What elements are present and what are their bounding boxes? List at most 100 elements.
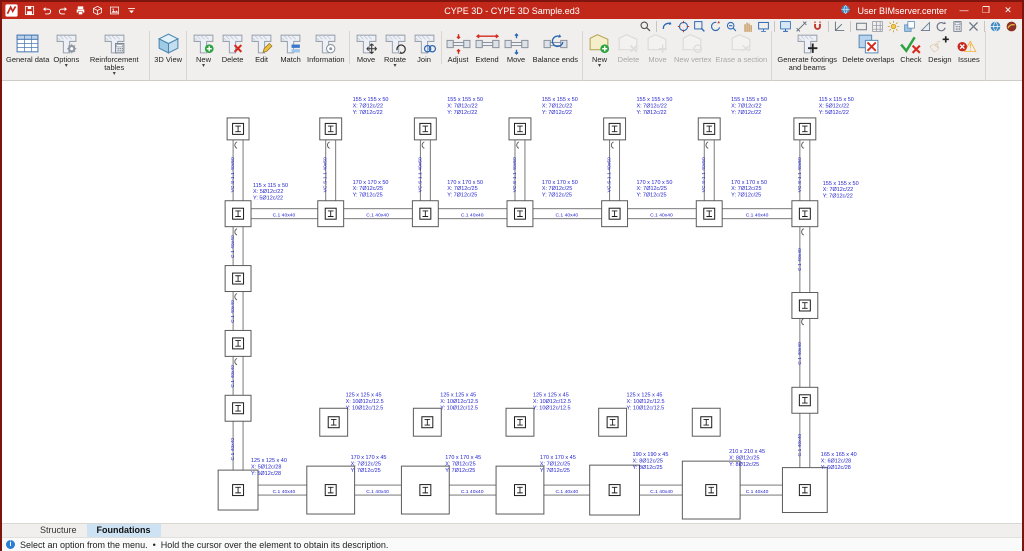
menu-down-icon[interactable] — [124, 4, 138, 18]
new-button[interactable]: New ▾ — [585, 31, 614, 70]
maximize-button[interactable]: ❐ — [975, 3, 997, 18]
footing-label: Y: 8Ø12c/25 — [729, 462, 759, 468]
footing-label: 115 x 115 x 50 — [253, 183, 288, 189]
join-button[interactable]: Join — [410, 31, 439, 64]
check-button[interactable]: Check — [896, 31, 925, 64]
match-button[interactable]: Match — [276, 31, 305, 64]
check-icon — [898, 31, 923, 55]
beam-label: C.1 40x40 — [797, 434, 803, 457]
image-icon[interactable] — [107, 4, 121, 18]
web-icon[interactable] — [988, 20, 1003, 33]
move-button[interactable]: Move — [502, 31, 531, 64]
footing-match-icon — [278, 31, 303, 55]
overlaps-icon — [856, 31, 881, 55]
footing-label: X: 7Ø12c/22 — [353, 103, 383, 109]
move-button[interactable]: Move — [348, 31, 381, 65]
view-tab-bar: Structure Foundations — [2, 523, 1022, 537]
footing-label: 155 x 155 x 50 — [542, 97, 578, 103]
footing-label: X: 8Ø12c/25 — [633, 459, 663, 465]
drawing-canvas[interactable]: C.1 40x40 C.1 40x40 C.1 40x40 C.1 40x40 C.1 … — [2, 81, 1022, 523]
footing-label: Y: 7Ø12c/25 — [445, 468, 475, 474]
beam-label: VC.S-1.1 40x50 — [512, 157, 518, 192]
beam-label: C.1 40x40 — [650, 213, 673, 219]
cube-icon — [156, 31, 181, 55]
undo-icon[interactable] — [39, 4, 53, 18]
rotate-button[interactable]: Rotate ▾ — [381, 31, 410, 69]
beam-label: C.1 40x40 — [746, 213, 769, 219]
footing-label: Y: 5Ø12c/22 — [819, 110, 849, 116]
beam-label: C.1 40x40 — [461, 213, 484, 219]
bimserver-user[interactable]: User BIMserver.center — [857, 6, 947, 16]
footing-label: X: 7Ø12c/25 — [353, 186, 383, 192]
delete-button[interactable]: Delete — [218, 31, 247, 64]
view-3d-icon[interactable] — [90, 4, 104, 18]
delete-overlaps-button[interactable]: Delete overlaps — [840, 31, 896, 64]
dropdown-caret-icon: ▾ — [598, 63, 602, 70]
footing-label: Y: 7Ø12c/25 — [637, 193, 667, 199]
footing-label: 125 x 125 x 40 — [251, 458, 287, 464]
general-data-button[interactable]: General data — [4, 31, 51, 64]
status-bar: i Select an option from the menu. • Hold… — [2, 537, 1022, 551]
tab-foundations[interactable]: Foundations — [86, 524, 161, 537]
beam-extend-icon — [475, 31, 500, 55]
information-button[interactable]: Information — [305, 31, 347, 64]
foundation-plan-svg: C.1 40x40 C.1 40x40 C.1 40x40 C.1 40x40 C.1 … — [217, 97, 859, 520]
issues-button[interactable]: ⚠ Issues — [954, 31, 983, 64]
footing-label: X: 5Ø12c/22 — [819, 103, 849, 109]
footing-label: 115 x 115 x 50 — [819, 97, 854, 103]
button-label: General data — [6, 55, 50, 64]
footing-label: X: 10Ø12c/12.5 — [533, 399, 571, 405]
new-vertex-button: New vertex — [672, 31, 714, 64]
beam-label: C.1 40x40 — [366, 213, 389, 219]
status-bullet: • — [152, 539, 156, 550]
3d-view-button[interactable]: 3D View — [152, 31, 184, 64]
design-button[interactable]: ☞ Design — [925, 31, 954, 64]
general-data-icon — [15, 31, 40, 55]
beam-label: C.1 40x40 — [366, 489, 389, 495]
beam-label: C.1 40x40 — [230, 300, 236, 323]
footing-label: Y: 7Ø12c/25 — [542, 193, 572, 199]
extend-button[interactable]: Extend — [473, 31, 502, 64]
beam-label: C.1 40x40 — [273, 489, 296, 495]
footing-label: Y: 7Ø12c/25 — [731, 193, 761, 199]
tab-structure[interactable]: Structure — [30, 524, 87, 537]
button-label: 3D View — [154, 55, 183, 64]
footing-label: Y: 7Ø12c/22 — [353, 110, 383, 116]
footing-label: 170 x 170 x 45 — [540, 455, 576, 461]
button-label: Reinforcement tables — [89, 55, 139, 73]
delete-button: Delete — [614, 31, 643, 64]
footing-label: X: 7Ø12c/25 — [542, 186, 572, 192]
issues-icon: ⚠ — [956, 31, 981, 55]
beam-label: C.1 40x40 — [555, 489, 578, 495]
footing-label: 170 x 170 x 50 — [731, 180, 767, 186]
button-label: Move — [356, 55, 376, 64]
redo-icon[interactable] — [56, 4, 70, 18]
save-icon[interactable] — [22, 4, 36, 18]
footing-label: 125 x 125 x 45 — [346, 392, 382, 398]
beam-label: VC.S-1.1 40x50 — [701, 157, 707, 192]
print-icon[interactable] — [73, 4, 87, 18]
footing-label: 170 x 170 x 45 — [351, 455, 387, 461]
info-icon: i — [6, 540, 15, 549]
minimize-button[interactable]: — — [953, 3, 975, 18]
button-label: Design — [928, 55, 952, 64]
bimserver-icon[interactable] — [1004, 20, 1019, 33]
close-button[interactable]: ✕ — [997, 3, 1019, 18]
beam-label: C.1 40x40 — [230, 235, 236, 258]
limit-new-icon — [587, 31, 612, 55]
footing-label: Y: 10Ø12c/12.5 — [533, 405, 571, 411]
footing-gear-icon — [54, 31, 79, 55]
new-button[interactable]: New ▾ — [189, 31, 218, 69]
status-message: Select an option from the menu. — [20, 539, 148, 550]
footing-label: X: 10Ø12c/12.5 — [346, 399, 384, 405]
footing-new-icon — [191, 31, 216, 55]
options-button[interactable]: Options ▾ — [51, 31, 81, 69]
footing-label: Y: 10Ø12c/12.5 — [627, 405, 665, 411]
adjust-button[interactable]: Adjust — [440, 31, 473, 65]
reinforcement-tables-button[interactable]: Reinforcement tables ▾ — [81, 31, 147, 77]
generate-footings-and-beams-button[interactable]: Generate footings and beams — [774, 31, 840, 72]
footing-calc-icon — [102, 31, 127, 55]
footing-label: 125 x 125 x 45 — [533, 392, 569, 398]
edit-button[interactable]: Edit — [247, 31, 276, 64]
balance-ends-button[interactable]: Balance ends — [531, 31, 580, 64]
